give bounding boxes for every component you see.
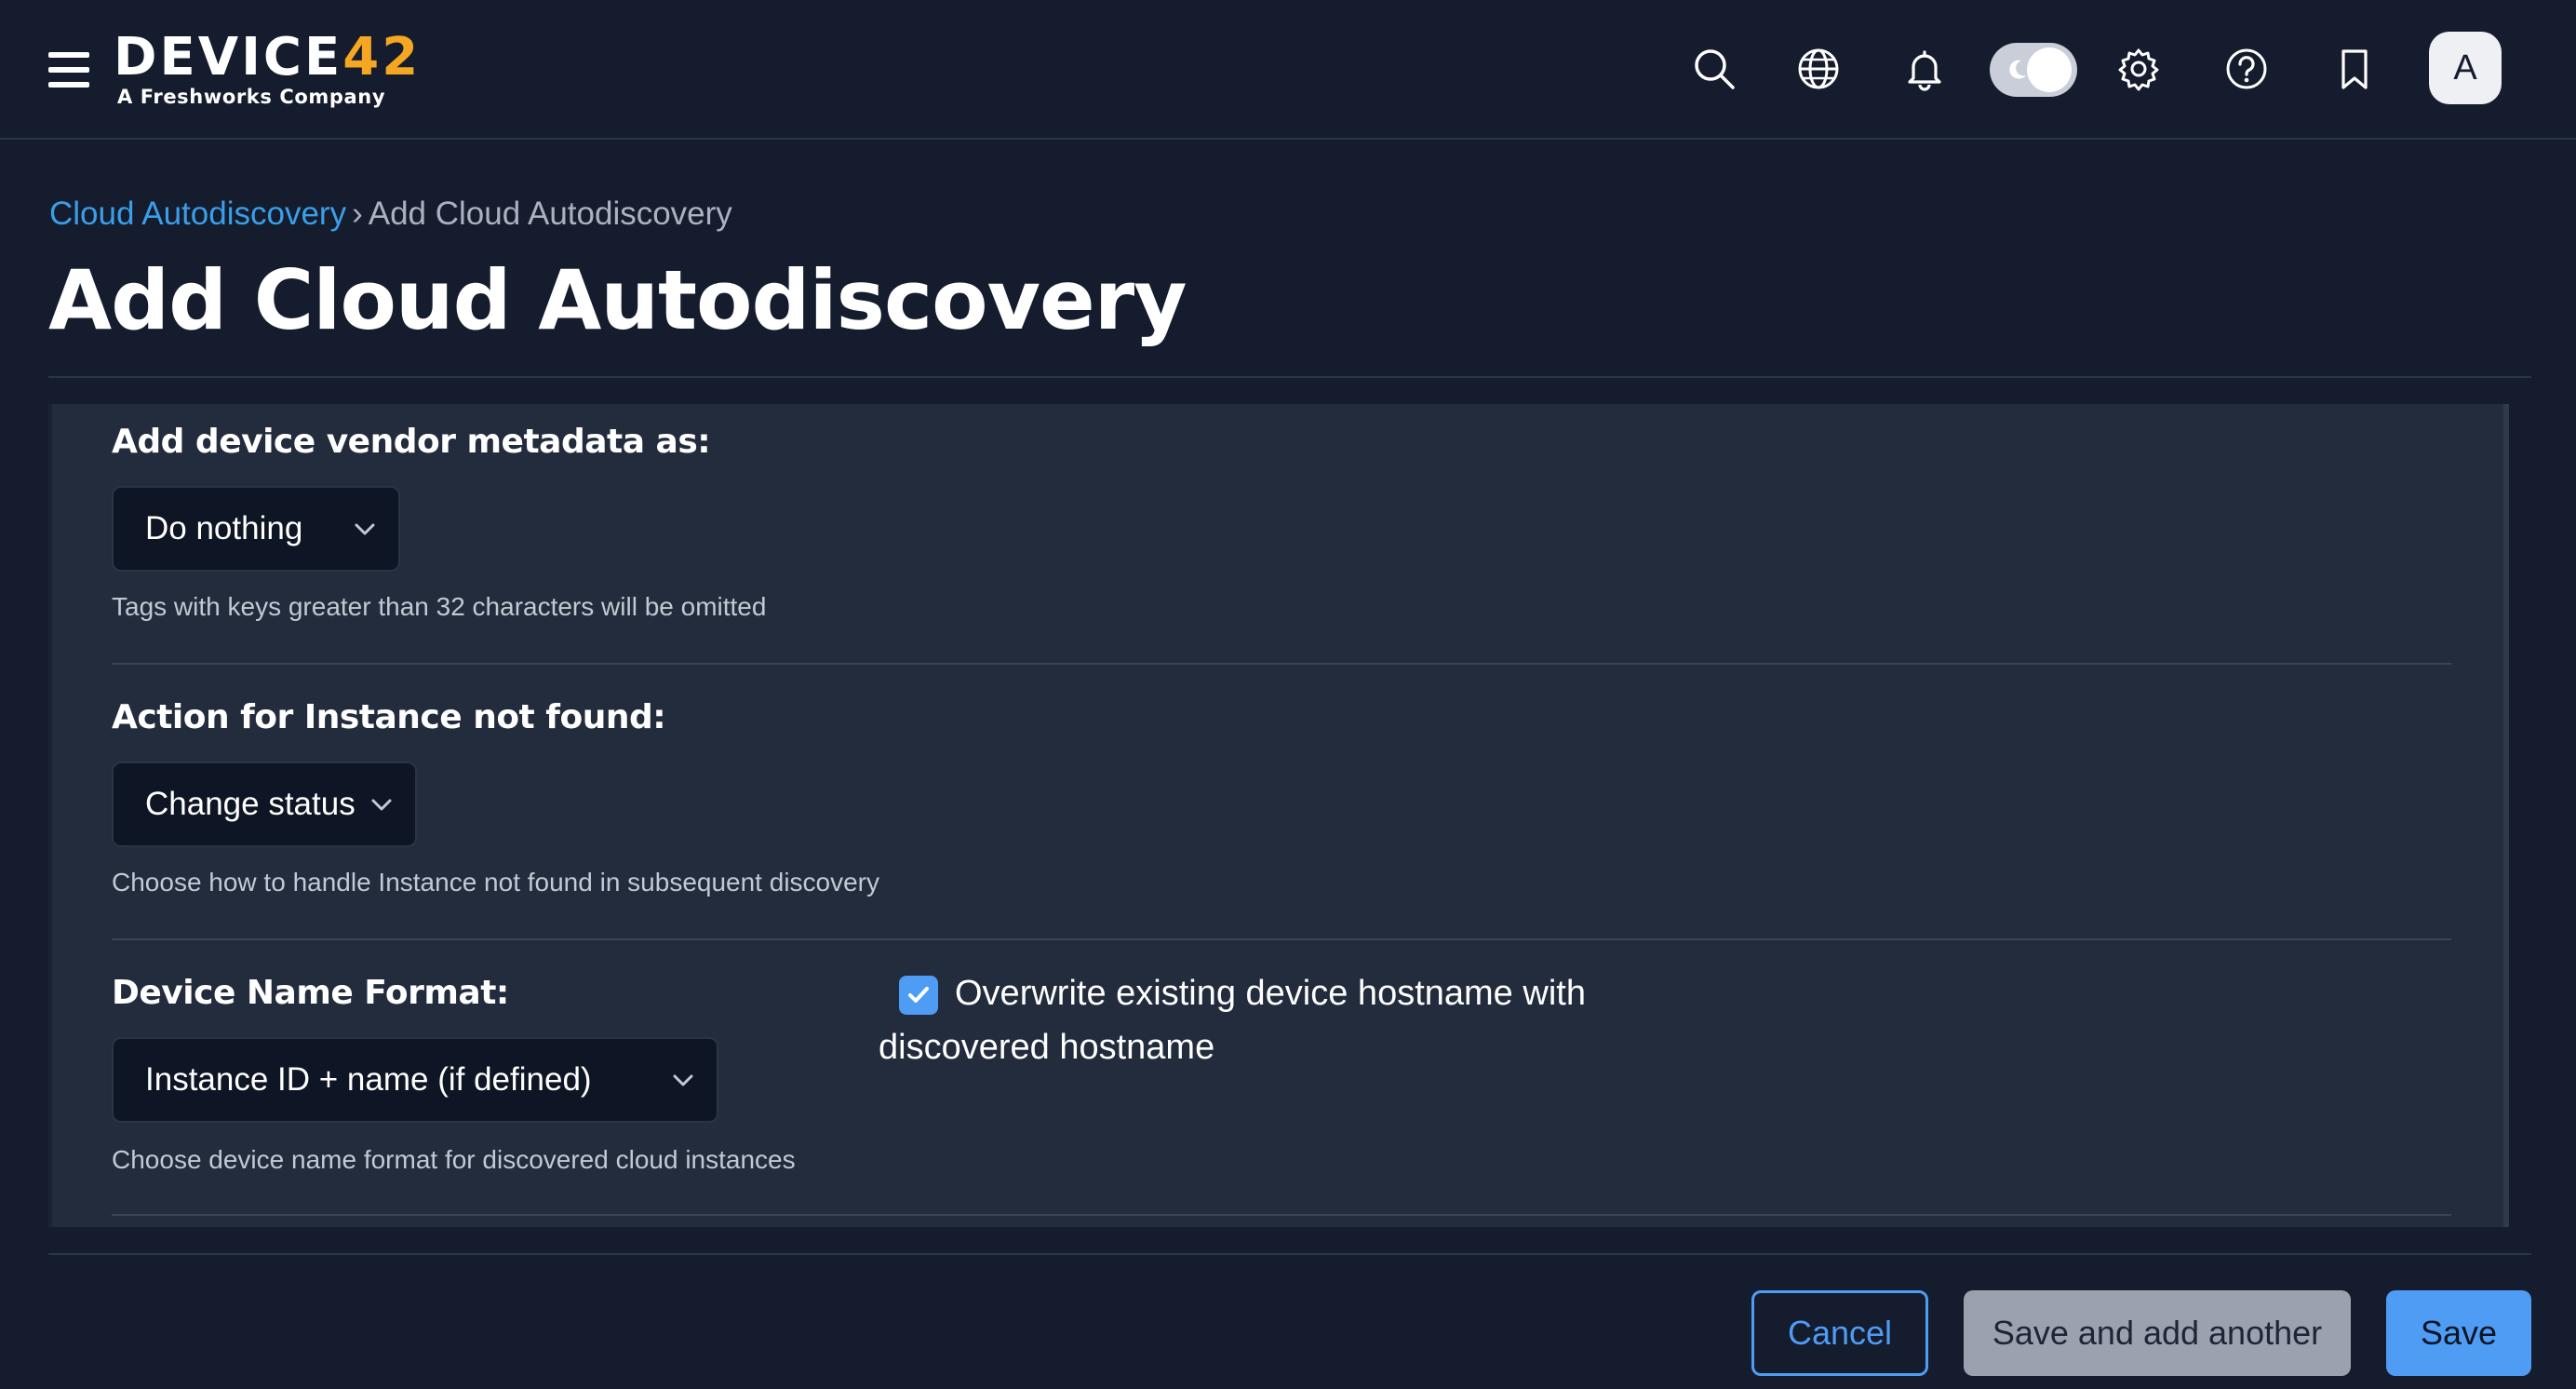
theme-toggle[interactable]	[1990, 43, 2077, 97]
device42-logo[interactable]: DEVICE42 A Freshworks Company	[114, 28, 418, 116]
footer-divider	[48, 1253, 2531, 1255]
vendor-metadata-label: Add device vendor metadata as:	[112, 423, 711, 461]
gear-icon[interactable]	[2109, 39, 2168, 99]
section-divider	[112, 663, 2451, 665]
top-bar: DEVICE42 A Freshworks Company A	[0, 0, 2576, 140]
vendor-metadata-helper: Tags with keys greater than 32 character…	[112, 592, 767, 621]
save-and-add-another-button[interactable]: Save and add another	[1964, 1290, 2351, 1376]
toggle-knob	[2027, 47, 2072, 92]
search-icon[interactable]	[1684, 39, 1744, 99]
save-button[interactable]: Save	[2386, 1290, 2531, 1376]
title-divider	[48, 376, 2531, 378]
checkmark-icon	[908, 987, 929, 1003]
logo-wordmark: DEVICE42	[114, 27, 422, 88]
breadcrumb-separator: ›	[352, 196, 363, 232]
moon-icon	[2009, 60, 2026, 79]
form-panel: Add device vendor metadata as: Do nothin…	[48, 404, 2509, 1227]
overwrite-hostname-checkbox[interactable]	[899, 976, 938, 1015]
instance-not-found-label: Action for Instance not found:	[112, 698, 666, 736]
breadcrumb-link-cloud-autodiscovery[interactable]: Cloud Autodiscovery	[49, 196, 346, 232]
chevron-down-icon	[355, 523, 375, 535]
help-icon[interactable]	[2217, 39, 2276, 99]
device-name-format-helper: Choose device name format for discovered…	[112, 1145, 796, 1174]
globe-icon[interactable]	[1789, 39, 1848, 99]
overwrite-hostname-label[interactable]: Overwrite existing device hostname with …	[879, 966, 1670, 1074]
breadcrumb-current: Add Cloud Autodiscovery	[368, 196, 732, 232]
chevron-down-icon	[673, 1074, 693, 1086]
bookmark-icon[interactable]	[2325, 39, 2384, 99]
device-name-format-value: Instance ID + name (if defined)	[145, 1061, 592, 1098]
section-divider	[112, 938, 2451, 940]
logo-subtitle: A Freshworks Company	[117, 86, 386, 108]
vendor-metadata-select[interactable]: Do nothing	[112, 486, 400, 572]
section-divider	[112, 1214, 2451, 1216]
device-name-format-select[interactable]: Instance ID + name (if defined)	[112, 1037, 718, 1123]
vendor-metadata-value: Do nothing	[145, 510, 303, 546]
breadcrumb: Cloud Autodiscovery › Add Cloud Autodiscov…	[49, 192, 732, 236]
chevron-down-icon	[371, 799, 392, 811]
device-name-format-label: Device Name Format:	[112, 974, 509, 1012]
page-title: Add Cloud Autodiscovery	[48, 252, 1187, 348]
instance-not-found-value: Change status	[145, 786, 356, 822]
cancel-button[interactable]: Cancel	[1751, 1290, 1928, 1376]
notification-bell-icon[interactable]	[1895, 39, 1954, 99]
user-avatar[interactable]: A	[2429, 32, 2502, 104]
instance-not-found-select[interactable]: Change status	[112, 762, 417, 847]
menu-icon[interactable]	[48, 52, 89, 88]
instance-not-found-helper: Choose how to handle Instance not found …	[112, 868, 880, 897]
